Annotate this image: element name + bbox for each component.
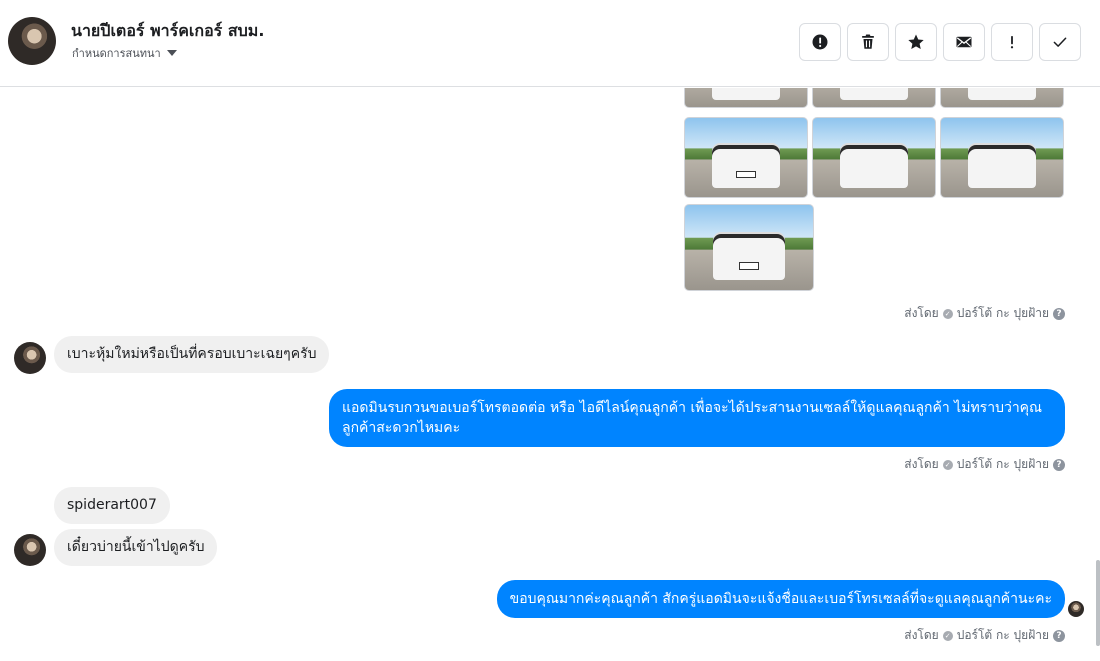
message-thread: ส่งโดย ✓ ปอร์โต้ กะ ปุยฝ้าย ? เบาะหุ้มให…: [0, 88, 1100, 661]
star-icon: [908, 34, 924, 50]
help-icon[interactable]: ?: [1053, 307, 1065, 320]
sent-by-meta: ส่งโดย ✓ ปอร์โต้ กะ ปุยฝ้าย ?: [904, 304, 1065, 323]
verified-icon: ✓: [942, 308, 953, 319]
agent-name: ปอร์โต้ กะ ปุยฝ้าย: [956, 457, 1049, 471]
page-message[interactable]: ขอบคุณมากค่ะคุณลูกค้า สักครู่แอดมินจะแจ้…: [496, 580, 1065, 618]
attachment-photo[interactable]: [940, 117, 1064, 198]
customer-avatar[interactable]: [14, 534, 46, 566]
assign-label: กำหนดการสนทนา: [72, 47, 161, 60]
report-button[interactable]: [799, 23, 841, 61]
sent-by-label: ส่งโดย: [904, 457, 939, 471]
header-actions: [799, 23, 1081, 61]
verified-icon: ✓: [942, 459, 953, 470]
verified-icon: ✓: [942, 630, 953, 641]
seen-avatar: [1068, 601, 1084, 617]
attachment-photo[interactable]: [812, 117, 936, 198]
trash-icon: [862, 34, 874, 49]
scrollbar[interactable]: [1096, 560, 1100, 646]
attachment-photo[interactable]: [684, 204, 814, 291]
mark-unread-button[interactable]: [943, 23, 985, 61]
delete-button[interactable]: [847, 23, 889, 61]
attachment-photo[interactable]: [940, 88, 1064, 108]
contact-name[interactable]: นายปีเตอร์ พาร์คเกอร์ สบม.: [71, 19, 264, 44]
mark-important-button[interactable]: [991, 23, 1033, 61]
sent-by-meta: ส่งโดย ✓ ปอร์โต้ กะ ปุยฝ้าย ?: [904, 455, 1065, 474]
contact-avatar[interactable]: [8, 17, 56, 65]
attachment-photo[interactable]: [812, 88, 936, 108]
help-icon[interactable]: ?: [1053, 458, 1065, 471]
exclamation-icon: [1010, 36, 1014, 49]
help-icon[interactable]: ?: [1053, 629, 1065, 642]
star-button[interactable]: [895, 23, 937, 61]
customer-message[interactable]: spiderart007: [54, 487, 170, 524]
assign-conversation-dropdown[interactable]: กำหนดการสนทนา: [72, 44, 177, 62]
sent-by-label: ส่งโดย: [904, 306, 939, 320]
agent-name: ปอร์โต้ กะ ปุยฝ้าย: [956, 628, 1049, 642]
alert-circle-icon: [812, 34, 828, 50]
check-icon: [1053, 37, 1067, 47]
customer-message[interactable]: เดี๋ยวบ่ายนี้เข้าไปดูครับ: [54, 529, 218, 566]
conversation-header: นายปีเตอร์ พาร์คเกอร์ สบม. กำหนดการสนทนา: [0, 0, 1100, 87]
attachment-photo[interactable]: [684, 88, 808, 108]
envelope-icon: [956, 36, 972, 48]
agent-name: ปอร์โต้ กะ ปุยฝ้าย: [956, 306, 1049, 320]
sent-by-label: ส่งโดย: [904, 628, 939, 642]
attachment-photo[interactable]: [684, 117, 808, 198]
customer-avatar[interactable]: [14, 342, 46, 374]
customer-message[interactable]: เบาะหุ้มใหม่หรือเป็นที่ครอบเบาะเฉยๆครับ: [54, 336, 330, 373]
done-button[interactable]: [1039, 23, 1081, 61]
sent-by-meta: ส่งโดย ✓ ปอร์โต้ กะ ปุยฝ้าย ?: [904, 626, 1065, 645]
page-message[interactable]: แอดมินรบกวนขอเบอร์โทรตอดต่อ หรือ ไอดีไลน…: [329, 389, 1065, 447]
caret-down-icon: [166, 50, 177, 56]
